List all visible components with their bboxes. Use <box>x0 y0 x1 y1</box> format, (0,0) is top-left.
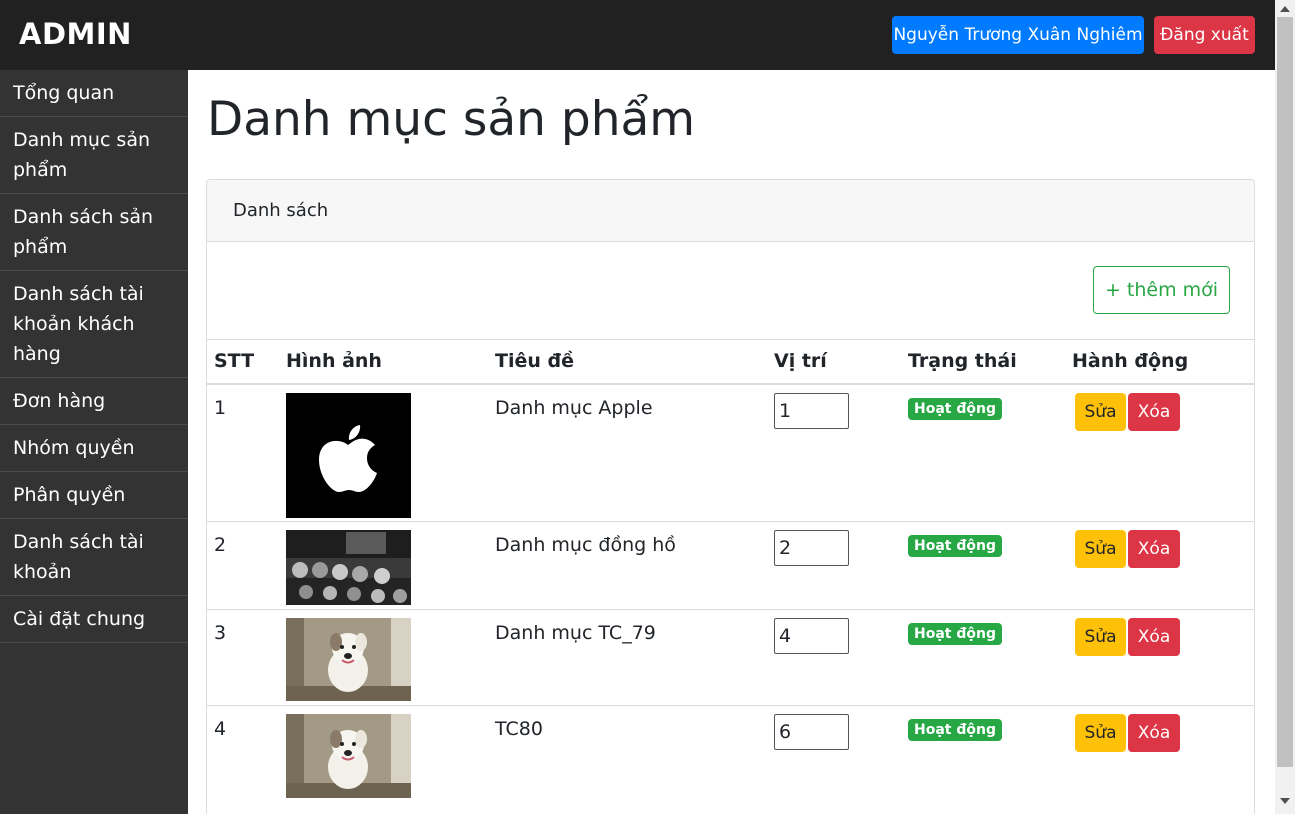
category-list-card: Danh sách + thêm mới STT Hình ảnh Tiêu đ… <box>206 179 1255 814</box>
sidebar-item-permissions[interactable]: Phân quyền <box>0 472 188 519</box>
row-actions: Sửa Xóa <box>1065 705 1254 814</box>
status-badge[interactable]: Hoạt động <box>908 535 1002 557</box>
column-header-title: Tiêu đề <box>488 339 767 385</box>
row-status-cell: Hoạt động <box>901 705 1065 814</box>
scroll-up-arrow-icon[interactable] <box>1280 6 1290 12</box>
column-header-status: Trạng thái <box>901 339 1065 385</box>
edit-button[interactable]: Sửa <box>1075 530 1126 568</box>
row-position-cell <box>767 609 901 706</box>
position-input[interactable] <box>774 392 849 429</box>
row-actions: Sửa Xóa <box>1065 521 1254 610</box>
row-stt: 1 <box>207 383 279 522</box>
row-image-cell <box>279 521 488 610</box>
delete-button[interactable]: Xóa <box>1128 530 1180 568</box>
position-input[interactable] <box>774 618 849 654</box>
apple-logo-image <box>286 392 411 518</box>
row-stt: 3 <box>207 609 279 706</box>
row-title: Danh mục TC_79 <box>488 609 767 706</box>
row-image-cell <box>279 383 488 522</box>
scroll-down-arrow-icon[interactable] <box>1280 798 1290 804</box>
page-title: Danh mục sản phẩm <box>207 92 696 147</box>
sidebar-item-roles[interactable]: Nhóm quyền <box>0 425 188 472</box>
logout-button[interactable]: Đăng xuất <box>1154 16 1255 54</box>
row-actions: Sửa Xóa <box>1065 383 1254 522</box>
vertical-scrollbar[interactable] <box>1275 0 1295 814</box>
column-header-image: Hình ảnh <box>279 339 488 385</box>
table-row: 1 Danh mục Apple Hoạt động SửaXóa <box>207 383 1254 522</box>
add-new-button[interactable]: + thêm mới <box>1093 266 1230 314</box>
status-badge[interactable]: Hoạt động <box>908 719 1002 741</box>
sidebar-item-settings[interactable]: Cài đặt chung <box>0 596 188 643</box>
position-input[interactable] <box>774 714 849 750</box>
row-stt: 2 <box>207 521 279 610</box>
row-stt: 4 <box>207 705 279 814</box>
brand-logo[interactable]: ADMIN <box>19 17 132 51</box>
row-status-cell: Hoạt động <box>901 383 1065 522</box>
table-row: 3 Danh mục TC_79 4 Hoạt động Sửa Xóa <box>207 609 1254 706</box>
sidebar-item-product-categories[interactable]: Danh mục sản phẩm <box>0 117 188 194</box>
watch-display-image <box>286 530 411 605</box>
status-badge[interactable]: Hoạt động <box>908 623 1002 645</box>
row-title: Danh mục Apple <box>488 383 767 522</box>
edit-button[interactable]: Sửa <box>1075 392 1126 431</box>
table-header-row: STT Hình ảnh Tiêu đề Vị trí Trạng thái H… <box>207 339 1254 385</box>
position-input[interactable] <box>774 530 849 566</box>
row-position-cell <box>767 521 901 610</box>
column-header-position: Vị trí <box>767 339 901 385</box>
sidebar-item-overview[interactable]: Tổng quan <box>0 70 188 117</box>
sidebar: Tổng quan Danh mục sản phẩm Danh sách sả… <box>0 70 188 814</box>
edit-button[interactable]: Sửa <box>1075 714 1126 752</box>
dog-photo-image <box>286 618 411 701</box>
edit-button[interactable]: Sửa <box>1075 618 1126 656</box>
row-image-cell <box>279 609 488 706</box>
status-badge[interactable]: Hoạt động <box>908 397 1002 420</box>
sidebar-item-accounts[interactable]: Danh sách tài khoản <box>0 519 188 596</box>
sidebar-item-product-list[interactable]: Danh sách sản phẩm <box>0 194 188 271</box>
row-status-cell: Hoạt động <box>901 609 1065 706</box>
row-title: Danh mục đồng hồ <box>488 521 767 610</box>
table-row: 2 Danh mục đồng hồ 2 Hoạt động Sửa Xóa <box>207 521 1254 610</box>
delete-button[interactable]: Xóa <box>1128 618 1180 656</box>
sidebar-item-customer-accounts[interactable]: Danh sách tài khoản khách hàng <box>0 271 188 378</box>
dog-photo-image <box>286 714 411 798</box>
row-title: TC80 <box>488 705 767 814</box>
row-image-cell <box>279 705 488 814</box>
row-position-cell <box>767 383 901 522</box>
row-position-cell <box>767 705 901 814</box>
card-header: Danh sách <box>207 180 1254 242</box>
sidebar-item-orders[interactable]: Đơn hàng <box>0 378 188 425</box>
top-navbar: ADMIN Nguyễn Trương Xuân Nghiêm Đăng xuấ… <box>0 0 1275 70</box>
delete-button[interactable]: Xóa <box>1128 714 1180 752</box>
user-account-button[interactable]: Nguyễn Trương Xuân Nghiêm <box>892 16 1144 54</box>
table-row: 4 TC80 6 Hoạt động Sửa Xóa <box>207 705 1254 814</box>
scrollbar-thumb[interactable] <box>1277 17 1293 767</box>
row-status-cell: Hoạt động <box>901 521 1065 610</box>
column-header-actions: Hành động <box>1065 339 1254 385</box>
delete-button[interactable]: Xóa <box>1128 392 1180 431</box>
row-actions: Sửa Xóa <box>1065 609 1254 706</box>
category-table: STT Hình ảnh Tiêu đề Vị trí Trạng thái H… <box>207 339 1254 814</box>
column-header-stt: STT <box>207 339 279 385</box>
